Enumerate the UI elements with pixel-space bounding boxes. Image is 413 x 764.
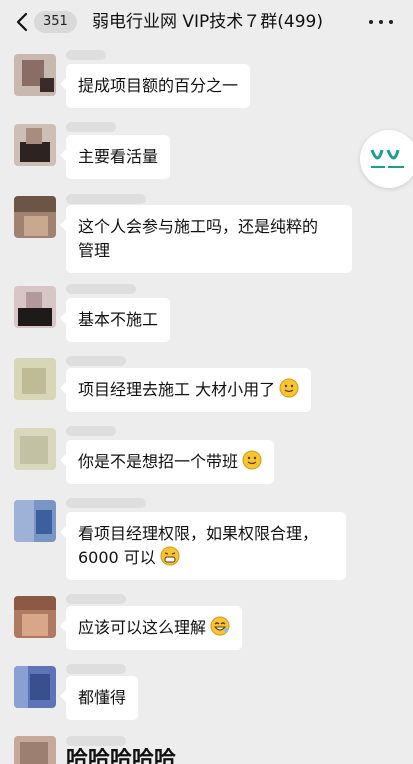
message-bubble[interactable]: 提成项目额的百分之一	[59, 64, 251, 108]
message-text-line: 这个人会参与施工吗，还是纯粹的	[78, 217, 319, 236]
message-bubble[interactable]: 基本不施工	[59, 298, 171, 342]
avatar[interactable]	[14, 666, 56, 708]
more-dots-icon[interactable]	[369, 14, 393, 30]
avatar[interactable]	[14, 736, 56, 764]
message-text-line: 看项目经理权限，如果权限合理，	[78, 524, 319, 543]
sender-name	[66, 284, 136, 294]
message-bubble[interactable]: 主要看活量	[59, 135, 171, 179]
sender-name	[66, 356, 126, 366]
message-text: 哈哈哈哈哈	[66, 748, 177, 764]
avatar[interactable]	[14, 54, 56, 96]
smile-emoji-icon	[242, 450, 262, 470]
chevron-left-icon[interactable]	[12, 9, 32, 35]
unread-count-badge[interactable]: 351	[34, 11, 77, 33]
message-bubble[interactable]: 应该可以这么理解	[59, 606, 243, 650]
message-text: 项目经理去施工 大材小用了	[78, 380, 276, 399]
message-text: 基本不施工	[78, 310, 159, 329]
message-bubble[interactable]: 你是不是想招一个带班	[59, 440, 275, 484]
avatar[interactable]	[14, 500, 56, 542]
message-text-line: 6000 可以	[78, 548, 156, 567]
sender-name	[66, 194, 146, 204]
chat-title: 弱电行业网 VIP技术７群(499)	[92, 12, 324, 32]
floating-logo-icon[interactable]	[360, 130, 413, 188]
message-text: 主要看活量	[78, 147, 159, 166]
sender-name	[66, 664, 126, 674]
sender-name	[66, 736, 126, 746]
chat-header: 351 弱电行业网 VIP技术７群(499)	[0, 0, 413, 44]
sender-name	[66, 594, 126, 604]
message-text: 应该可以这么理解	[78, 618, 207, 637]
avatar[interactable]	[14, 124, 56, 166]
laugh-emoji-icon	[210, 616, 230, 636]
avatar[interactable]	[14, 428, 56, 470]
sender-name	[66, 498, 146, 508]
message-text: 提成项目额的百分之一	[78, 76, 239, 95]
message-bubble[interactable]: 项目经理去施工 大材小用了	[59, 368, 312, 412]
message-bubble[interactable]: 看项目经理权限，如果权限合理， 6000 可以	[60, 512, 346, 580]
sender-name	[66, 426, 116, 436]
message-text: 你是不是想招一个带班	[78, 452, 239, 471]
avatar[interactable]	[14, 286, 56, 328]
avatar[interactable]	[14, 596, 56, 638]
smile-emoji-icon	[279, 378, 299, 398]
message-bubble[interactable]: 这个人会参与施工吗，还是纯粹的 管理	[60, 205, 352, 273]
avatar[interactable]	[14, 196, 56, 238]
grin-emoji-icon	[160, 546, 180, 566]
sender-name	[66, 50, 106, 60]
avatar[interactable]	[14, 358, 56, 400]
message-bubble[interactable]: 都懂得	[59, 676, 139, 720]
sender-name	[66, 122, 116, 132]
message-text: 都懂得	[78, 688, 127, 707]
message-text-line: 管理	[78, 241, 111, 260]
